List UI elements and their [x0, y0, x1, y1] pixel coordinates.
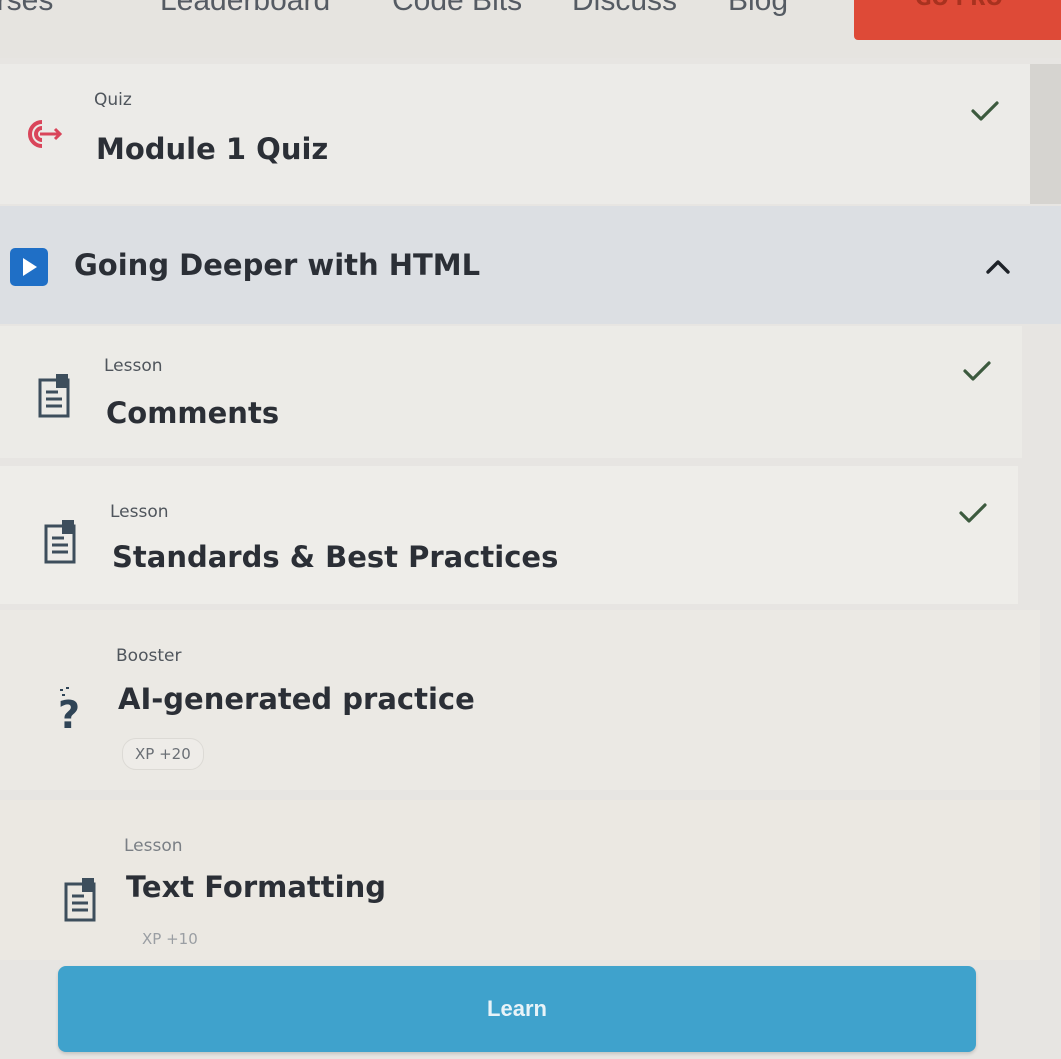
quiz-item[interactable]: Quiz Module 1 Quiz	[0, 64, 1030, 204]
nav-link-courses[interactable]: arses	[0, 0, 53, 18]
lesson-document-icon	[44, 520, 76, 564]
scroll-edge	[1030, 64, 1061, 204]
booster-type-label: Booster	[116, 646, 182, 666]
nav-link-discuss[interactable]: Discuss	[572, 0, 677, 18]
booster-item[interactable]: ? Booster AI-generated practice XP +20	[0, 610, 1040, 790]
xp-badge: XP +10	[142, 930, 198, 948]
chevron-up-icon[interactable]	[984, 256, 1012, 276]
check-icon	[963, 361, 991, 381]
top-nav: arses Leaderboard Code Bits Discuss Blog…	[0, 0, 1061, 58]
lesson-type-label: Lesson	[110, 502, 169, 522]
question-sparkle-icon: ?	[58, 687, 80, 732]
learn-button[interactable]: Learn	[58, 966, 976, 1052]
lesson-type-label: Lesson	[104, 356, 163, 376]
nav-link-blog[interactable]: Blog	[728, 0, 788, 18]
lesson-title: Comments	[106, 396, 280, 430]
lesson-title: Text Formatting	[126, 870, 386, 904]
xp-badge: XP +20	[122, 738, 204, 770]
quiz-target-icon	[28, 120, 63, 148]
nav-link-code-bits[interactable]: Code Bits	[392, 0, 522, 18]
lesson-item[interactable]: Lesson Text Formatting XP +10	[0, 800, 1040, 960]
quiz-title: Module 1 Quiz	[96, 132, 329, 166]
lesson-document-icon	[38, 374, 70, 418]
lesson-item[interactable]: Lesson Standards & Best Practices	[0, 466, 1018, 604]
lesson-title: Standards & Best Practices	[112, 540, 559, 574]
booster-title: AI-generated practice	[118, 682, 475, 716]
play-icon	[10, 248, 48, 286]
go-pro-label: GO PRO	[915, 0, 1002, 10]
check-icon	[959, 503, 987, 523]
lesson-item[interactable]: Lesson Comments	[0, 326, 1022, 458]
lesson-type-label: Lesson	[124, 836, 183, 856]
section-header[interactable]: Going Deeper with HTML	[0, 206, 1061, 324]
check-icon	[971, 101, 999, 121]
nav-link-leaderboard[interactable]: Leaderboard	[160, 0, 330, 18]
section-title: Going Deeper with HTML	[74, 248, 481, 282]
svg-text:?: ?	[58, 693, 80, 732]
quiz-type-label: Quiz	[94, 90, 132, 110]
lesson-document-icon	[64, 878, 96, 922]
go-pro-button[interactable]: GO PRO	[854, 0, 1061, 40]
